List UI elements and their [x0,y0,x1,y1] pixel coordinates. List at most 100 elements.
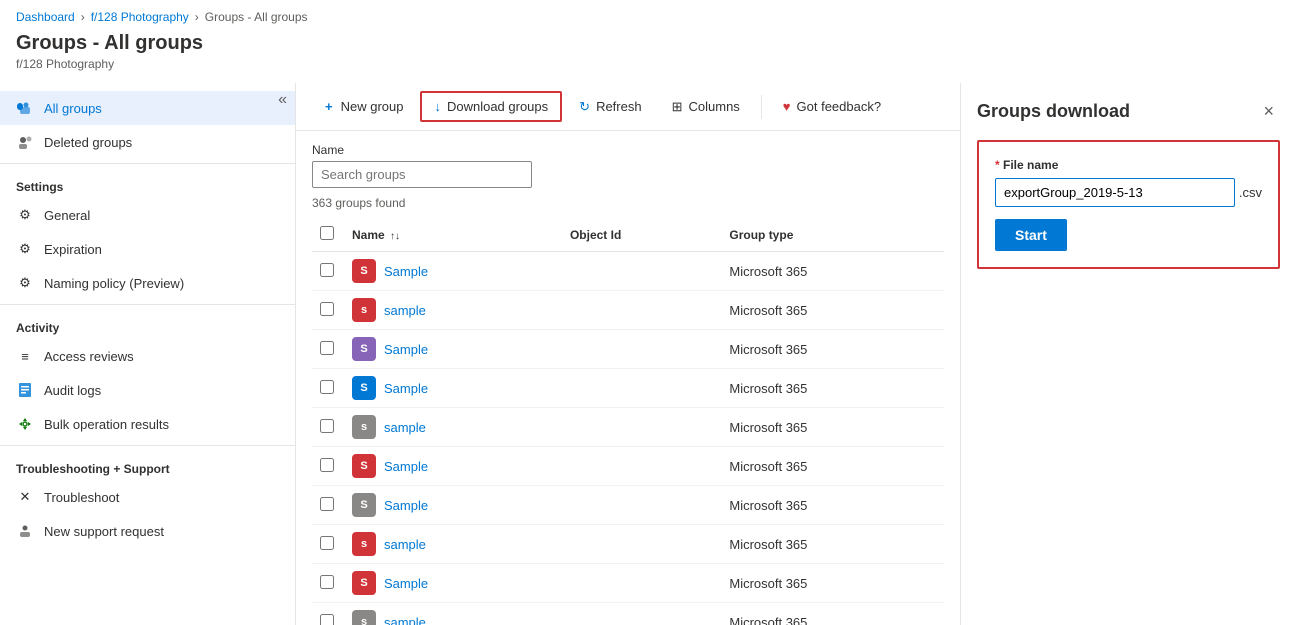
table-header-row: Name ↑↓ Object Id Group type [312,218,944,252]
row-checkbox-9[interactable] [320,614,334,625]
group-name-link[interactable]: Sample [384,381,428,396]
row-object-id [562,447,721,486]
new-group-button[interactable]: + New group [312,92,416,121]
sidebar-item-audit-logs[interactable]: Audit logs [0,373,295,407]
csv-suffix-label: .csv [1239,185,1262,200]
sidebar-collapse-btn[interactable]: « [278,91,287,109]
group-name-link[interactable]: Sample [384,459,428,474]
start-download-button[interactable]: Start [995,219,1067,251]
breadcrumb-org[interactable]: f/128 Photography [91,10,189,24]
sidebar-item-troubleshoot[interactable]: ✕ Troubleshoot [0,480,295,514]
breadcrumb-sep1: › [81,10,85,24]
sidebar-item-bulk-operation[interactable]: Bulk operation results [0,407,295,441]
download-groups-label: Download groups [447,99,548,114]
gear-icon-general: ⚙ [16,206,34,224]
sidebar-item-all-groups[interactable]: All groups [0,91,295,125]
gear-icon-naming: ⚙ [16,274,34,292]
support-icon [16,522,34,540]
breadcrumb: Dashboard › f/128 Photography › Groups -… [0,0,1296,28]
sidebar-item-expiration[interactable]: ⚙ Expiration [0,232,295,266]
row-checkbox-5[interactable] [320,458,334,472]
group-name-link[interactable]: sample [384,615,426,625]
row-name-cell: S Sample [344,252,562,291]
sidebar-label-all-groups: All groups [44,101,102,116]
group-avatar: s [352,298,376,322]
group-name-link[interactable]: sample [384,303,426,318]
row-object-id [562,252,721,291]
refresh-icon: ↻ [579,99,590,115]
row-name-cell: S Sample [344,564,562,603]
row-checkbox-cell [312,447,344,486]
row-checkbox-1[interactable] [320,302,334,316]
search-input[interactable] [312,161,532,188]
panel-close-button[interactable]: × [1257,99,1280,124]
group-avatar: S [352,376,376,400]
row-checkbox-0[interactable] [320,263,334,277]
row-checkbox-4[interactable] [320,419,334,433]
sidebar-label-bulk: Bulk operation results [44,417,169,432]
feedback-button[interactable]: ♥ Got feedback? [770,92,894,121]
troubleshooting-section-header: Troubleshooting + Support [0,445,295,480]
sidebar-item-new-support[interactable]: New support request [0,514,295,548]
sidebar-item-deleted-groups[interactable]: Deleted groups [0,125,295,159]
table-area: Name 363 groups found Name ↑↓ Object Id … [296,131,960,625]
group-name-link[interactable]: Sample [384,264,428,279]
deleted-groups-icon [16,133,34,151]
row-group-type: Microsoft 365 [721,447,944,486]
sidebar-label-expiration: Expiration [44,242,102,257]
sidebar-item-naming-policy[interactable]: ⚙ Naming policy (Preview) [0,266,295,300]
table-row: S Sample Microsoft 365 [312,486,944,525]
header-group-type[interactable]: Group type [721,218,944,252]
columns-button[interactable]: ⊞ Columns [659,92,753,122]
row-name-cell: S Sample [344,330,562,369]
select-all-checkbox[interactable] [320,226,334,240]
list-icon: ≡ [16,347,34,365]
header-name[interactable]: Name ↑↓ [344,218,562,252]
group-avatar: S [352,493,376,517]
panel-title: Groups download [977,101,1130,122]
row-checkbox-cell [312,525,344,564]
download-form: * File name .csv Start [977,140,1280,269]
sidebar-item-access-reviews[interactable]: ≡ Access reviews [0,339,295,373]
group-name-link[interactable]: sample [384,420,426,435]
new-group-icon: + [325,99,333,114]
row-group-type: Microsoft 365 [721,369,944,408]
row-checkbox-7[interactable] [320,536,334,550]
group-name-link[interactable]: Sample [384,342,428,357]
row-object-id [562,564,721,603]
row-checkbox-cell [312,369,344,408]
row-name-cell: S Sample [344,369,562,408]
sidebar: « All groups Deleted groups [0,83,296,625]
feedback-label: Got feedback? [797,99,882,114]
table-row: S Sample Microsoft 365 [312,369,944,408]
sidebar-item-general[interactable]: ⚙ General [0,198,295,232]
group-name-link[interactable]: Sample [384,576,428,591]
row-checkbox-cell [312,252,344,291]
group-avatar: s [352,415,376,439]
row-group-type: Microsoft 365 [721,486,944,525]
heart-icon: ♥ [783,99,791,114]
filename-input[interactable] [995,178,1235,207]
row-checkbox-3[interactable] [320,380,334,394]
row-name-cell: s sample [344,408,562,447]
download-groups-button[interactable]: ↓ Download groups [420,91,562,122]
refresh-button[interactable]: ↻ Refresh [566,92,654,122]
header-object-id[interactable]: Object Id [562,218,721,252]
row-group-type: Microsoft 365 [721,330,944,369]
sidebar-label-access: Access reviews [44,349,134,364]
group-name-link[interactable]: sample [384,537,426,552]
page-header: Groups - All groups f/128 Photography [0,28,1296,83]
breadcrumb-dashboard[interactable]: Dashboard [16,10,75,24]
row-checkbox-6[interactable] [320,497,334,511]
new-group-label: New group [341,99,404,114]
activity-section-header: Activity [0,304,295,339]
sidebar-label-troubleshoot: Troubleshoot [44,490,119,505]
required-star: * [995,158,1003,172]
group-name-link[interactable]: Sample [384,498,428,513]
row-checkbox-cell [312,564,344,603]
row-checkbox-2[interactable] [320,341,334,355]
group-avatar: S [352,454,376,478]
table-row: s sample Microsoft 365 [312,291,944,330]
sidebar-label-deleted-groups: Deleted groups [44,135,132,150]
row-checkbox-8[interactable] [320,575,334,589]
